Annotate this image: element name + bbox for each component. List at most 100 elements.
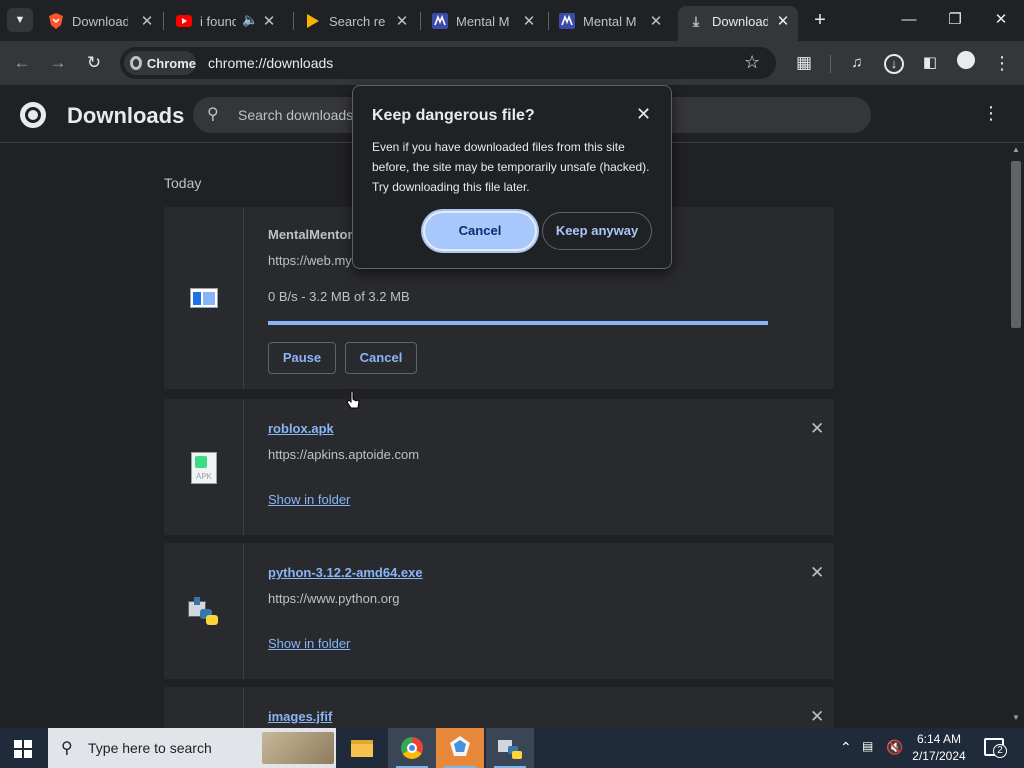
python-installer-icon xyxy=(498,737,522,759)
system-clock[interactable]: 6:14 AM 2/17/2024 xyxy=(904,731,974,765)
reload-button[interactable]: ↻ xyxy=(82,51,106,75)
tab-title: Download xyxy=(712,13,768,29)
chrome-icon xyxy=(401,737,423,759)
back-button[interactable]: ← xyxy=(10,51,34,75)
brave-shield-icon xyxy=(48,13,64,29)
close-tab-icon[interactable]: ✕ xyxy=(393,12,411,30)
file-name: MentalMentor xyxy=(268,227,353,242)
site-info-chip[interactable]: Chrome xyxy=(124,51,196,75)
show-in-folder-link[interactable]: Show in folder xyxy=(268,492,350,507)
mental-mentor-icon xyxy=(432,13,448,29)
tab-search-results[interactable]: Search res ✕ xyxy=(305,8,411,34)
media-control-icon[interactable]: ♫ xyxy=(845,51,869,75)
dialog-message: Even if you have downloaded files from t… xyxy=(372,140,650,194)
network-icon[interactable]: ▤ xyxy=(862,739,873,753)
page-scrollbar[interactable]: ▲ ▼ xyxy=(1008,143,1024,728)
close-tab-icon[interactable]: ✕ xyxy=(520,12,538,30)
download-item-roblox: APK roblox.apk https://apkins.aptoide.co… xyxy=(164,399,834,535)
extensions-puzzle-icon[interactable]: ▦ xyxy=(792,51,816,75)
apk-icon-label: APK xyxy=(196,472,213,481)
close-icon[interactable]: ✕ xyxy=(636,104,651,125)
browser-menu-icon[interactable]: ⋮ xyxy=(990,51,1014,75)
show-in-folder-link[interactable]: Show in folder xyxy=(268,636,350,651)
browser-toolbar: ← → ↻ Chrome chrome://downloads ☆ ▦ ♫ ↓ … xyxy=(0,41,1024,85)
site-info-label: Chrome xyxy=(146,55,196,71)
speaker-icon[interactable]: 🔈 xyxy=(242,12,258,28)
restore-button[interactable]: ❐ xyxy=(940,8,970,32)
download-icon-column xyxy=(164,687,244,728)
download-icon-column xyxy=(164,207,244,389)
pause-button[interactable]: Pause xyxy=(268,342,336,374)
taskbar-python-installer[interactable] xyxy=(486,728,534,768)
tab-mental-mentor-1[interactable]: Mental M ✕ xyxy=(432,8,538,34)
download-item-python: python-3.12.2-amd64.exe https://www.pyth… xyxy=(164,543,834,679)
pentagon-app-icon xyxy=(449,735,471,762)
taskbar-search-placeholder: Type here to search xyxy=(88,740,212,756)
mental-mentor-icon xyxy=(559,13,575,29)
tab-title: Mental M xyxy=(583,13,637,29)
scrollbar-thumb[interactable] xyxy=(1011,161,1021,328)
close-tab-icon[interactable]: ✕ xyxy=(774,12,792,30)
youtube-icon xyxy=(176,13,192,29)
python-installer-icon xyxy=(188,597,220,627)
download-icon-column: APK xyxy=(164,399,244,535)
keep-anyway-button[interactable]: Keep anyway xyxy=(542,212,652,250)
tab-brave-download[interactable]: Download ✕ xyxy=(48,8,156,34)
file-name-link[interactable]: python-3.12.2-amd64.exe xyxy=(268,565,423,580)
url-text[interactable]: chrome://downloads xyxy=(208,55,333,71)
minimize-button[interactable]: — xyxy=(894,8,924,32)
dialog-cancel-button[interactable]: Cancel xyxy=(423,211,537,251)
profile-avatar-icon[interactable] xyxy=(954,51,978,75)
tab-separator xyxy=(163,12,164,30)
remove-from-list-icon[interactable]: ✕ xyxy=(810,419,824,439)
search-icon: ⚲ xyxy=(207,106,219,123)
tab-separator xyxy=(293,12,294,30)
side-panel-icon[interactable]: ◧ xyxy=(918,51,942,75)
scroll-down-arrow-icon[interactable]: ▼ xyxy=(1012,713,1020,722)
tab-separator xyxy=(420,12,421,30)
new-tab-button[interactable]: + xyxy=(808,8,832,32)
notification-center-icon[interactable]: 2 xyxy=(984,738,1007,758)
file-source-url[interactable]: https://apkins.aptoide.com xyxy=(268,447,419,462)
close-tab-icon[interactable]: ✕ xyxy=(647,12,665,30)
cancel-download-button[interactable]: Cancel xyxy=(345,342,417,374)
tab-downloads-active-content[interactable]: ⤓ Download ✕ xyxy=(688,8,792,34)
forward-button[interactable]: → xyxy=(46,51,70,75)
file-name-link[interactable]: images.jfif xyxy=(268,709,332,724)
close-window-button[interactable]: ✕ xyxy=(986,8,1016,32)
taskbar-search-box[interactable]: ⚲ Type here to search xyxy=(48,728,336,768)
downloads-toolbar-icon[interactable]: ↓ xyxy=(882,51,906,75)
scroll-up-arrow-icon[interactable]: ▲ xyxy=(1012,145,1020,154)
tab-title: i found xyxy=(200,13,236,29)
keep-dangerous-file-dialog: Keep dangerous file? ✕ Even if you have … xyxy=(352,85,672,269)
bookmark-star-icon[interactable]: ☆ xyxy=(744,52,760,73)
file-source-url[interactable]: https://www.python.org xyxy=(268,591,400,606)
clock-date: 2/17/2024 xyxy=(912,749,966,763)
tab-mental-mentor-2[interactable]: Mental M ✕ xyxy=(559,8,665,34)
tab-youtube[interactable]: i found 🔈 ✕ xyxy=(176,8,278,34)
taskbar-file-explorer[interactable] xyxy=(338,728,386,768)
taskbar-app-orange[interactable] xyxy=(436,728,484,768)
tab-search-button[interactable]: ▼ xyxy=(7,8,33,32)
apk-file-icon: APK xyxy=(191,452,217,484)
file-source-url[interactable]: https://web.my xyxy=(268,253,352,268)
volume-muted-icon[interactable]: 🔇 xyxy=(886,739,903,756)
tab-separator xyxy=(548,12,549,30)
remove-from-list-icon[interactable]: ✕ xyxy=(810,707,824,727)
show-hidden-icons-chevron-icon[interactable]: ⌃ xyxy=(840,739,852,756)
remove-from-list-icon[interactable]: ✕ xyxy=(810,563,824,583)
more-actions-icon[interactable]: ⋮ xyxy=(982,103,1000,124)
close-tab-icon[interactable]: ✕ xyxy=(260,12,278,30)
windows-start-icon[interactable] xyxy=(14,740,32,758)
address-bar[interactable]: Chrome chrome://downloads ☆ xyxy=(120,47,776,79)
play-icon xyxy=(305,13,321,29)
date-label: Today xyxy=(164,175,202,191)
close-tab-icon[interactable]: ✕ xyxy=(138,12,156,30)
taskbar-chrome[interactable] xyxy=(388,728,436,768)
folder-icon xyxy=(351,739,373,757)
file-name-link[interactable]: roblox.apk xyxy=(268,421,334,436)
page-title: Downloads xyxy=(67,103,185,128)
mouse-cursor-icon xyxy=(346,390,362,417)
chrome-logo-icon xyxy=(20,102,46,128)
search-highlight-image xyxy=(262,732,334,764)
